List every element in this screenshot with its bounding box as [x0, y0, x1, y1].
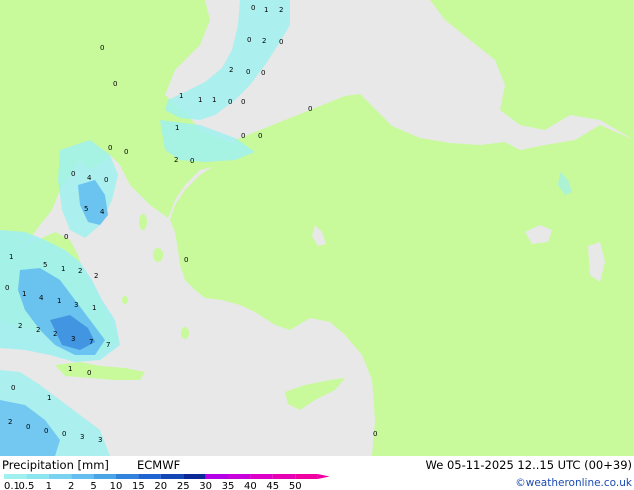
legend-swatch — [138, 474, 161, 479]
grid-value: 1 — [47, 394, 51, 402]
legend-label: 35 — [222, 481, 235, 490]
legend-label: 5 — [90, 481, 96, 490]
grid-value: 0 — [26, 423, 30, 431]
grid-value: 2 — [94, 272, 98, 280]
legend-label: 0.5 — [18, 481, 34, 490]
legend-label: 25 — [177, 481, 190, 490]
grid-value: 0 — [124, 148, 128, 156]
grid-value: 0 — [104, 176, 108, 184]
grid-value: 3 — [80, 433, 84, 441]
grid-value: 2 — [18, 322, 22, 330]
grid-value: 0 — [87, 369, 91, 377]
legend-label: 40 — [244, 481, 257, 490]
model-name: ECMWF — [137, 458, 180, 472]
product-title: Precipitation [mm] — [2, 458, 109, 472]
legend-swatch — [228, 474, 251, 479]
grid-value: 2 — [229, 66, 233, 74]
grid-value: 4 — [87, 174, 92, 182]
grid-value: 0 — [184, 256, 188, 264]
legend-swatch — [116, 474, 139, 479]
grid-value: 3 — [98, 436, 102, 444]
grid-value: 0 — [64, 233, 68, 241]
grid-value: 1 — [68, 365, 72, 373]
legend-swatch — [26, 474, 49, 479]
land-island-c — [139, 214, 147, 230]
grid-value: 0 — [373, 430, 377, 438]
grid-value: 0 — [44, 427, 48, 435]
legend-swatch — [295, 474, 318, 479]
grid-value: 2 — [279, 6, 283, 14]
legend-swatch — [48, 474, 72, 479]
grid-value: 0 — [246, 68, 250, 76]
legend-label: 10 — [110, 481, 123, 490]
grid-value: 0 — [71, 170, 75, 178]
map-canvas: 0 1 2 0 2 0 0 2 0 0 0 1 1 1 0 0 1 0 0 0 … — [0, 0, 634, 490]
grid-value: 7 — [106, 341, 110, 349]
grid-value: 4 — [100, 208, 105, 216]
grid-value: 0 — [308, 105, 312, 113]
grid-value: 2 — [8, 418, 12, 426]
grid-value: 2 — [78, 267, 82, 275]
grid-value: 2 — [53, 330, 57, 338]
legend-label: 2 — [68, 481, 74, 490]
grid-value: 0 — [100, 44, 104, 52]
grid-value: 0 — [251, 4, 255, 12]
legend-label: 50 — [289, 481, 302, 490]
grid-value: 0 — [279, 38, 283, 46]
grid-value: 2 — [36, 326, 40, 334]
grid-value: 0 — [247, 36, 251, 44]
legend-label: 1 — [46, 481, 52, 490]
legend-swatch — [160, 474, 184, 479]
legend-swatch — [93, 474, 116, 479]
grid-value: 4 — [39, 294, 44, 302]
legend-color-scale — [4, 474, 330, 479]
grid-value: 1 — [179, 92, 183, 100]
grid-value: 0 — [62, 430, 66, 438]
grid-value: 0 — [241, 132, 245, 140]
grid-value: 0 — [190, 157, 194, 165]
grid-value: 7 — [89, 338, 93, 346]
grid-value: 1 — [198, 96, 202, 104]
legend-swatch — [4, 474, 27, 479]
grid-value: 1 — [9, 253, 13, 261]
grid-value: 2 — [174, 156, 178, 164]
grid-value: 0 — [258, 132, 262, 140]
grid-value: 0 — [228, 98, 232, 106]
grid-value: 0 — [108, 144, 112, 152]
grid-value: 1 — [92, 304, 96, 312]
grid-value: 5 — [43, 261, 47, 269]
grid-value: 1 — [264, 6, 268, 14]
legend-swatch — [272, 474, 296, 479]
precipitation-map-frame: 0 1 2 0 2 0 0 2 0 0 0 1 1 1 0 0 1 0 0 0 … — [0, 0, 634, 490]
grid-value: 1 — [175, 124, 179, 132]
grid-value: 1 — [61, 265, 65, 273]
grid-value: 0 — [261, 69, 265, 77]
legend-label: 15 — [132, 481, 145, 490]
legend-swatch — [205, 474, 228, 479]
grid-value: 5 — [84, 205, 88, 213]
grid-value: 0 — [113, 80, 117, 88]
valid-time: We 05-11-2025 12..15 UTC (00+39) — [426, 458, 632, 472]
grid-value: 2 — [262, 37, 266, 45]
grid-value: 0 — [11, 384, 15, 392]
grid-value: 1 — [212, 96, 216, 104]
footer: Precipitation [mm] ECMWF We 05-11-2025 1… — [0, 456, 634, 490]
credit-link[interactable]: ©weatheronline.co.uk — [515, 477, 633, 489]
grid-value: 1 — [57, 297, 61, 305]
land-island-d — [122, 296, 128, 304]
legend-swatch — [71, 474, 94, 479]
legend-label: 30 — [199, 481, 212, 490]
legend-swatch — [183, 474, 206, 479]
land-island-b — [181, 327, 189, 339]
grid-value: 0 — [5, 284, 9, 292]
grid-value: 1 — [22, 290, 26, 298]
legend-swatch — [250, 474, 273, 479]
legend-label: 45 — [266, 481, 279, 490]
grid-value: 3 — [74, 301, 78, 309]
grid-value: 0 — [241, 98, 245, 106]
legend-label: 20 — [154, 481, 167, 490]
land-island-a — [153, 248, 163, 262]
grid-value: 3 — [71, 335, 75, 343]
